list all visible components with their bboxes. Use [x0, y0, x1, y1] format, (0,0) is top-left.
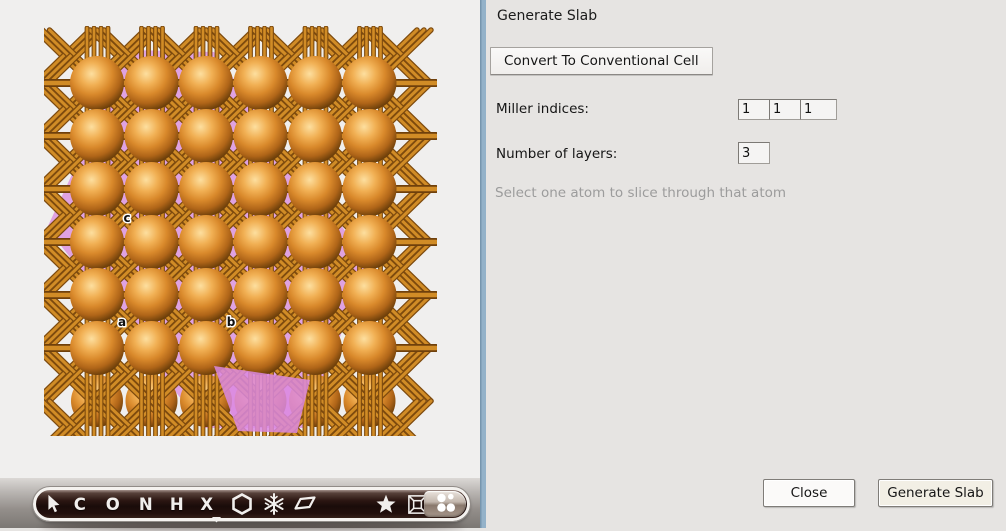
carbon-tool[interactable]: C	[65, 490, 95, 518]
toolbar-reflection	[40, 522, 464, 531]
axis-label-a: a	[118, 315, 126, 329]
nitrogen-tool[interactable]: N	[131, 490, 161, 518]
hydrogen-tool-label: H	[170, 495, 184, 514]
close-button[interactable]: Close	[763, 479, 855, 507]
crystal-structure[interactable]: c a b	[0, 0, 481, 478]
atom[interactable]	[125, 109, 179, 163]
atom[interactable]	[343, 215, 397, 269]
atoms-tool[interactable]	[424, 491, 466, 517]
atom[interactable]	[179, 162, 233, 216]
slice-hint-text: Select one atom to slice through that at…	[495, 185, 786, 201]
atom[interactable]	[234, 56, 288, 110]
page-title: Generate Slab	[497, 8, 597, 24]
miller-h-input[interactable]	[738, 99, 770, 120]
atom[interactable]	[70, 56, 124, 110]
convert-to-conventional-cell-button[interactable]: Convert To Conventional Cell	[490, 47, 713, 75]
atom[interactable]	[70, 215, 124, 269]
ring-tool[interactable]	[227, 490, 257, 518]
parallelogram-icon	[293, 492, 317, 516]
atom[interactable]	[179, 268, 233, 322]
atom[interactable]	[70, 321, 124, 375]
plane-tool[interactable]	[290, 490, 320, 518]
atom[interactable]	[288, 268, 342, 322]
atom[interactable]	[70, 109, 124, 163]
freeze-tool[interactable]	[259, 490, 289, 518]
nitrogen-tool-label: N	[139, 495, 153, 514]
layers-input[interactable]	[738, 142, 770, 164]
star-tool[interactable]	[371, 490, 401, 518]
atom[interactable]	[234, 268, 288, 322]
atom[interactable]	[288, 56, 342, 110]
star-icon	[374, 492, 398, 516]
number-of-layers-label: Number of layers:	[496, 146, 617, 162]
atom[interactable]	[234, 215, 288, 269]
atom[interactable]	[70, 268, 124, 322]
toolbar-strip: CONHX	[0, 478, 481, 528]
carbon-tool-label: C	[74, 495, 87, 514]
axis-label-b: b	[227, 315, 236, 329]
hydrogen-tool[interactable]: H	[162, 490, 192, 518]
cursor-arrow-icon	[42, 493, 64, 515]
atom[interactable]	[288, 321, 342, 375]
atom[interactable]	[125, 215, 179, 269]
atom[interactable]	[179, 109, 233, 163]
dropdown-arrow-icon[interactable]	[212, 508, 222, 518]
generate-slab-button[interactable]: Generate Slab	[878, 479, 993, 507]
atom[interactable]	[234, 109, 288, 163]
atom[interactable]	[234, 321, 288, 375]
pointer-tool[interactable]	[38, 490, 68, 518]
atom[interactable]	[179, 56, 233, 110]
atom[interactable]	[343, 109, 397, 163]
oxygen-tool-label: O	[106, 495, 121, 514]
atom[interactable]	[125, 56, 179, 110]
generate-slab-panel: Generate Slab Convert To Conventional Ce…	[486, 0, 1006, 528]
atom[interactable]	[288, 215, 342, 269]
atom[interactable]	[343, 56, 397, 110]
atom[interactable]	[125, 162, 179, 216]
atom[interactable]	[179, 321, 233, 375]
atom[interactable]	[179, 215, 233, 269]
miller-indices-inputs	[738, 99, 836, 120]
four-dots-icon	[433, 490, 457, 518]
atom[interactable]	[125, 268, 179, 322]
atom[interactable]	[288, 109, 342, 163]
axis-label-c: c	[123, 211, 130, 225]
miller-k-input[interactable]	[769, 99, 801, 120]
miller-indices-label: Miller indices:	[496, 101, 589, 117]
atom[interactable]	[343, 268, 397, 322]
hexagon-icon	[230, 492, 254, 516]
tool-pill: CONHX	[33, 487, 470, 521]
atom[interactable]	[234, 162, 288, 216]
atom[interactable]	[70, 162, 124, 216]
structure-viewport[interactable]: c a b	[0, 0, 481, 478]
atom[interactable]	[125, 321, 179, 375]
oxygen-tool[interactable]: O	[98, 490, 128, 518]
snowflake-icon	[262, 492, 286, 516]
atom[interactable]	[343, 162, 397, 216]
atom[interactable]	[288, 162, 342, 216]
atom[interactable]	[343, 321, 397, 375]
miller-l-input[interactable]	[800, 99, 837, 120]
